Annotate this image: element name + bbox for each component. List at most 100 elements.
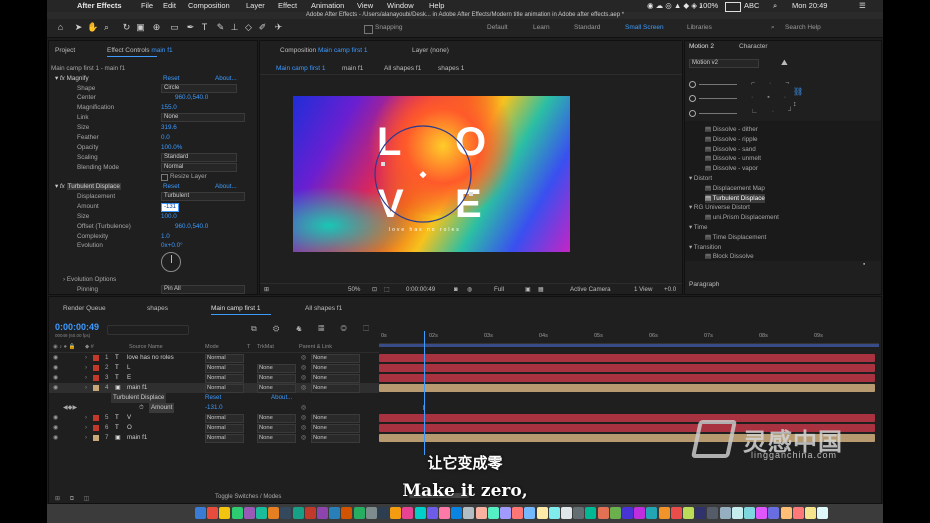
displacement-dropdown[interactable]: Turbulent [161,192,245,201]
layer-name[interactable]: V [127,413,131,423]
dock-app-icon[interactable] [817,507,829,519]
layer-row[interactable]: ◉ › 4 ▣ main f1 Normal None ◎ None [49,383,379,393]
exposure-value[interactable]: +0.0 [664,286,676,293]
dock-app-icon[interactable] [304,507,316,519]
motion-knob-3[interactable] [689,110,696,117]
parent-dropdown[interactable]: None [311,424,360,433]
trkmat-dropdown[interactable]: None [257,434,296,443]
motion-slider-1[interactable] [699,84,737,85]
eye-icon[interactable]: ◉ [53,413,58,423]
evolution-dial[interactable] [161,252,181,272]
workspace-libraries[interactable]: Libraries [687,24,712,31]
layer-bar[interactable] [379,384,875,392]
dock-app-icon[interactable] [256,507,267,519]
dock-app-icon[interactable] [670,507,682,519]
search-help-icon[interactable]: ⌕ [771,24,775,32]
eye-icon[interactable]: ◉ [53,423,58,433]
tab-render-queue[interactable]: Render Queue [63,305,106,312]
pickwhip-icon[interactable]: ◎ [301,413,306,423]
trkmat-dropdown[interactable]: None [257,374,296,383]
dock-app-icon[interactable] [744,507,755,519]
tab-main-camp[interactable]: Main camp first 1 [211,305,261,312]
tab-layer[interactable]: Layer (none) [412,47,449,54]
pickwhip-icon[interactable]: ◎ [301,373,306,383]
effect-group[interactable]: ▾ Distort [689,174,712,183]
search-help-input[interactable]: Search Help [785,24,821,31]
effect-preset-item[interactable]: ▤ Turbulent Displace [705,193,765,203]
opacity-value[interactable]: 100.0% [161,143,182,152]
dock-app-icon[interactable] [500,507,511,519]
layer-row[interactable]: ◉ › 6 T O Normal None ◎ None [49,423,379,433]
parent-dropdown[interactable]: None [311,384,360,393]
col-parent[interactable]: Parent & Link [299,343,332,352]
tab-effect-controls[interactable]: Effect Controls main f1 [107,47,173,54]
parent-dropdown[interactable]: None [311,434,360,443]
effect-group[interactable]: ▾ Time [689,223,708,232]
layer-mode-dropdown[interactable]: Normal [205,384,244,393]
pickwhip-icon[interactable]: ◎ [301,353,306,363]
amount-input[interactable]: -131 [161,203,180,212]
feather-value[interactable]: 0.0 [161,133,170,142]
dock-app-icon[interactable] [268,507,280,519]
tab-paragraph[interactable]: Paragraph [689,281,719,288]
expand-arrow-icon[interactable]: › [85,363,87,373]
dock-app-icon[interactable] [561,507,572,519]
pen-tool-icon[interactable]: ✒ [185,22,196,33]
magnify-reset[interactable]: Reset [163,74,179,83]
label-color[interactable] [93,375,99,381]
motion-slider-2[interactable] [699,98,737,99]
dock-app-icon[interactable] [707,507,719,519]
pinning-dropdown[interactable]: Pin All [161,285,245,294]
effect-row-about[interactable]: About... [271,393,292,403]
effect-preset-item[interactable]: ▤ uni.Prism Displacement [705,213,779,222]
comp-breadcrumb-2[interactable]: All shapes f1 [384,65,421,72]
workspace-small-screen[interactable]: Small Screen [625,24,664,31]
trkmat-dropdown[interactable]: None [257,424,296,433]
dock-app-icon[interactable] [524,507,536,519]
effect-row-reset[interactable]: Reset [205,393,221,403]
amount-property-row[interactable]: ◀◆▶ ⏱ Amount -131.0 ◎ [49,403,379,413]
brush-tool-icon[interactable]: ✎ [215,22,226,33]
snapping-checkbox[interactable] [364,25,373,34]
parent-dropdown[interactable]: None [311,374,360,383]
notifications-icon[interactable]: ☰ [859,1,866,10]
center-handle[interactable] [419,171,427,179]
link-dropdown[interactable]: None [161,113,245,122]
motion-slider-3[interactable] [699,113,737,114]
zoom-tool-icon[interactable]: ⌕ [101,22,112,33]
layer-row[interactable]: ◉ › 7 ▣ main f1 Normal None ◎ None [49,433,379,443]
camera-dropdown[interactable]: Active Camera [570,286,611,293]
parent-dropdown[interactable]: None [311,414,360,423]
dock-app-icon[interactable] [622,507,633,519]
motion-mountain-icon[interactable]: ⛰ [781,58,788,68]
layer-row[interactable]: ◉ › 1 Tlove has no roles Normal ◎ None [49,353,379,363]
dock-app-icon[interactable] [780,507,792,519]
dock-app-icon[interactable] [463,507,475,519]
grid-icon[interactable]: ⊡ [372,286,377,293]
label-color[interactable] [93,355,99,361]
expand-arrow-icon[interactable]: › [85,383,87,393]
timeline-switch-icons[interactable]: ⧉ ⚙ ♞ ▦ ◎ ⬚ [251,324,376,334]
scaling-dropdown[interactable]: Standard [161,153,237,162]
effect-preset-item[interactable]: ▤ Dissolve - sand [705,145,756,154]
layer-name[interactable]: E [127,373,131,383]
expand-arrow-icon[interactable]: › [85,423,87,433]
dock-app-icon[interactable] [683,507,694,519]
dock-app-icon[interactable] [695,507,707,519]
label-color[interactable] [93,365,99,371]
offset-value[interactable]: 960.0,540.0 [175,222,208,231]
dock-app-icon[interactable] [243,507,255,519]
effect-preset-item[interactable]: ▤ Dissolve - dither [705,125,758,134]
roi-icon[interactable]: ▣ [525,286,531,293]
dock-app-icon[interactable] [292,507,304,519]
effect-preset-item[interactable]: ▤ Dissolve - unmelt [705,154,761,163]
timeline-search-input[interactable] [107,325,189,335]
layer-mode-dropdown[interactable]: Normal [205,354,244,363]
center-value[interactable]: 960.0,540.0 [175,93,208,102]
battery-icon[interactable] [725,2,741,12]
pickwhip-icon[interactable]: ◎ [301,433,306,443]
dock-app-icon[interactable] [219,507,231,519]
pickwhip-icon[interactable]: ◎ [301,383,306,393]
size-value[interactable]: 319.6 [161,123,177,132]
dock-app-icon[interactable] [390,507,402,519]
